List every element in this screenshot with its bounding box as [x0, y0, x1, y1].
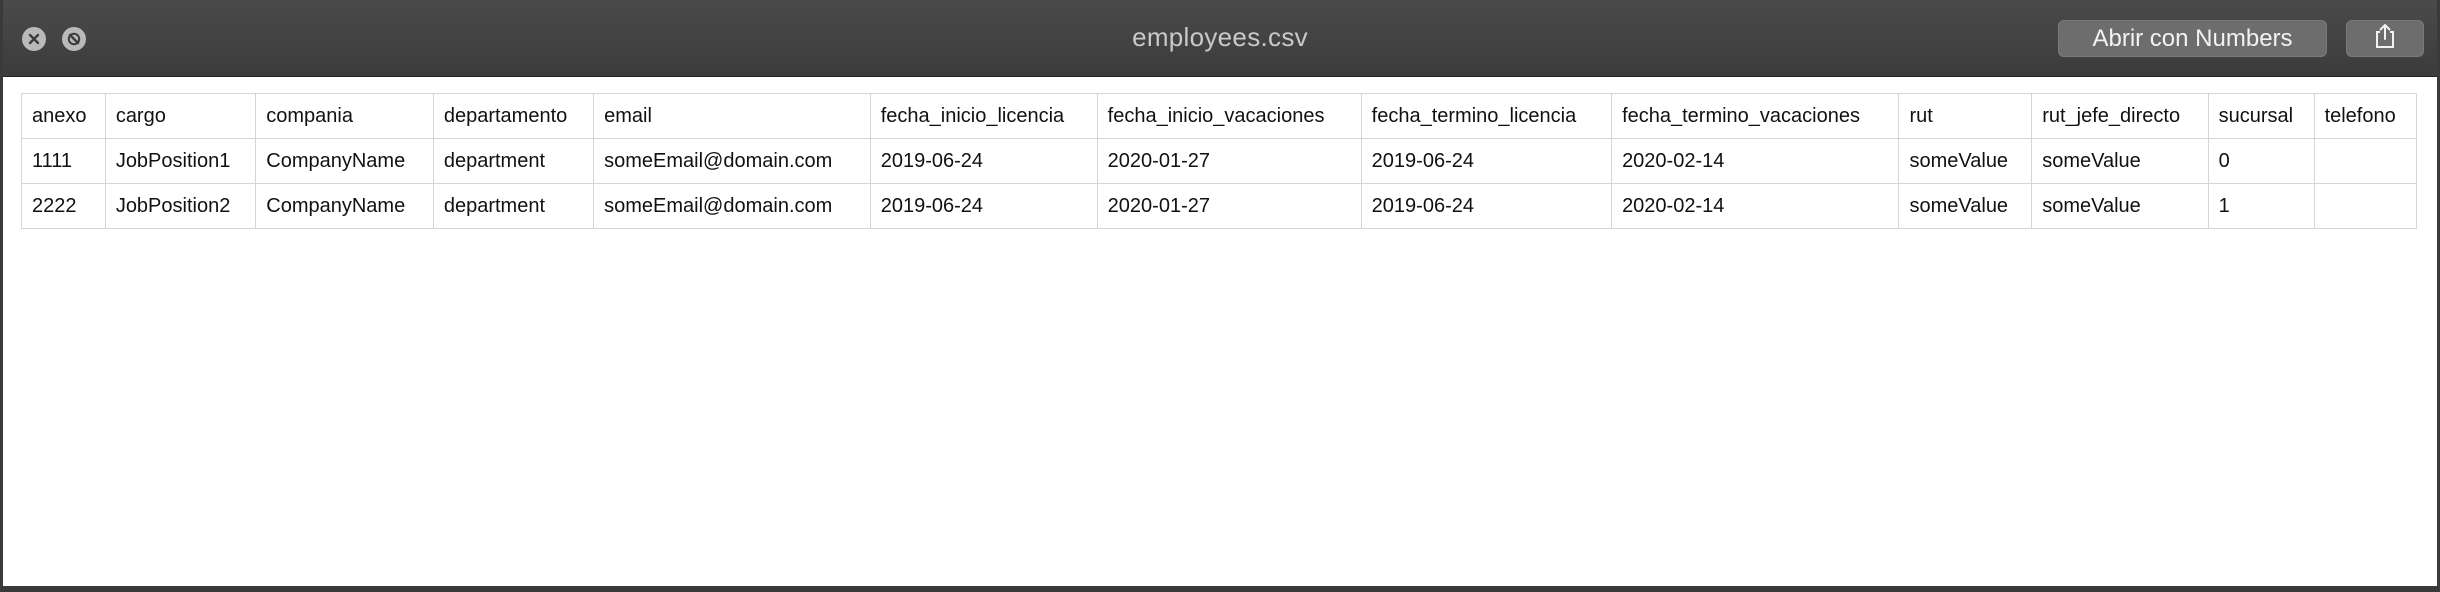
- column-header: fecha_termino_vacaciones: [1611, 93, 1900, 139]
- column-header: email: [593, 93, 871, 139]
- table-cell: 2019-06-24: [869, 138, 1098, 184]
- table-cell: 2020-02-14: [1611, 183, 1900, 229]
- table-cell: department: [432, 138, 595, 184]
- table-cell: JobPosition2: [104, 183, 257, 229]
- table-cell: 0: [2207, 138, 2315, 184]
- column-header: sucursal: [2207, 93, 2315, 139]
- table-cell: someEmail@domain.com: [593, 138, 871, 184]
- table-cell: 2222: [21, 183, 106, 229]
- table-cell: someValue: [2031, 138, 2209, 184]
- column-header: fecha_inicio_vacaciones: [1096, 93, 1362, 139]
- column-header: rut_jefe_directo: [2031, 93, 2209, 139]
- share-icon: [2372, 22, 2398, 55]
- table-row: 1111 JobPosition1 CompanyName department…: [21, 138, 2418, 184]
- table-cell: CompanyName: [255, 138, 434, 184]
- column-header: cargo: [104, 93, 257, 139]
- column-header: compania: [255, 93, 434, 139]
- table-row: 2222 JobPosition2 CompanyName department…: [21, 183, 2418, 229]
- header-row: anexo cargo compania departamento email …: [21, 93, 2418, 139]
- column-header: fecha_inicio_licencia: [869, 93, 1098, 139]
- table-cell: [2313, 138, 2418, 184]
- table-cell: 2019-06-24: [1360, 138, 1613, 184]
- column-header: rut: [1898, 93, 2033, 139]
- column-header: departamento: [432, 93, 595, 139]
- table-cell: someValue: [1898, 183, 2033, 229]
- share-button[interactable]: [2346, 20, 2424, 57]
- table-cell: [2313, 183, 2418, 229]
- column-header: telefono: [2313, 93, 2418, 139]
- column-header: fecha_termino_licencia: [1360, 93, 1613, 139]
- column-header: anexo: [21, 93, 106, 139]
- table-cell: 2020-01-27: [1096, 183, 1362, 229]
- table-cell: 2019-06-24: [1360, 183, 1613, 229]
- table-cell: 2020-02-14: [1611, 138, 1900, 184]
- table-cell: 1111: [21, 138, 106, 184]
- csv-preview: anexo cargo compania departamento email …: [3, 77, 2437, 586]
- table-cell: CompanyName: [255, 183, 434, 229]
- open-with-numbers-button[interactable]: Abrir con Numbers: [2058, 20, 2327, 57]
- table-cell: someEmail@domain.com: [593, 183, 871, 229]
- table-cell: JobPosition1: [104, 138, 257, 184]
- table-cell: someValue: [2031, 183, 2209, 229]
- table-cell: someValue: [1898, 138, 2033, 184]
- csv-table: anexo cargo compania departamento email …: [21, 93, 2418, 229]
- table-cell: 1: [2207, 183, 2315, 229]
- table-cell: department: [432, 183, 595, 229]
- table-cell: 2020-01-27: [1096, 138, 1362, 184]
- table-cell: 2019-06-24: [869, 183, 1098, 229]
- quicklook-window: employees.csv Abrir con Numbers anexo ca…: [0, 0, 2440, 592]
- title-bar: employees.csv Abrir con Numbers: [3, 0, 2437, 77]
